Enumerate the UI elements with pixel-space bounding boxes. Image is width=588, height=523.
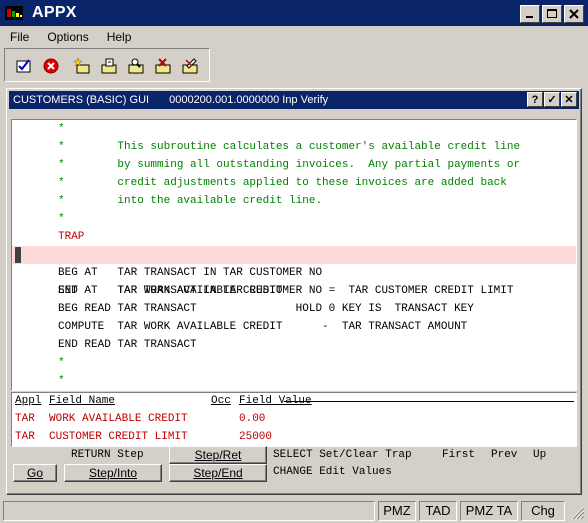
maximize-button[interactable]: [542, 5, 562, 23]
step-end-button[interactable]: Step/End: [169, 464, 267, 482]
row-appl: TAR: [15, 431, 35, 443]
step-ret-button[interactable]: Step/Ret: [169, 446, 267, 464]
menu-options[interactable]: Options: [37, 30, 96, 44]
row-field-name: WORK AVAILABLE CREDIT: [49, 413, 188, 425]
up-command[interactable]: Up: [533, 449, 546, 461]
close-button[interactable]: [564, 5, 584, 23]
check-doc-icon[interactable]: [13, 55, 35, 77]
inner-window: CUSTOMERS (BASIC) GUI 0000200.001.000000…: [6, 88, 582, 495]
new-star-icon[interactable]: [71, 55, 93, 77]
code-line[interactable]: BEG READ TAR TRANSACT HOLD 0 KEY IS TRAN…: [12, 300, 576, 318]
inner-window-subtitle: 0000200.001.0000000 Inp Verify: [169, 94, 329, 106]
menu-bar: File Options Help: [0, 27, 588, 47]
code-line[interactable]: * This subroutine calculates a customer'…: [12, 138, 576, 156]
menu-help[interactable]: Help: [97, 30, 140, 44]
accept-button[interactable]: ✓: [544, 92, 560, 107]
help-button[interactable]: ?: [527, 92, 543, 107]
title-bar: APPX: [0, 0, 588, 26]
go-button[interactable]: Go: [13, 464, 57, 482]
status-message: [3, 501, 375, 521]
col-header-field-name: Field Name: [49, 395, 116, 407]
status-pmz: PMZ: [378, 501, 416, 521]
select-hint: SELECT Set/Clear Trap: [273, 449, 412, 461]
code-line[interactable]: BEG AT TAR TRANSACT IN TAR CUSTOMER NO: [12, 264, 576, 282]
cancel-icon[interactable]: [40, 55, 62, 77]
code-line[interactable]: * by summing all outstanding invoices. A…: [12, 156, 576, 174]
prev-command[interactable]: Prev: [491, 449, 517, 461]
header-rule: [284, 401, 574, 402]
row-field-name: CUSTOMER CREDIT LIMIT: [49, 431, 188, 443]
inner-title-bar: CUSTOMERS (BASIC) GUI 0000200.001.000000…: [9, 91, 579, 109]
window-title: APPX: [32, 4, 77, 21]
code-listing[interactable]: * * This subroutine calculates a custome…: [11, 119, 577, 391]
col-header-occ: Occ: [211, 395, 231, 407]
cancel-button[interactable]: ✕: [561, 92, 577, 107]
col-header-appl: Appl: [15, 395, 42, 407]
minimize-button[interactable]: [520, 5, 540, 23]
toolbar-frame: [4, 48, 210, 82]
code-line-trap[interactable]: TRAP: [12, 228, 576, 246]
code-line[interactable]: COMPUTE TAR WORK AVAILABLE CREDIT - TAR …: [12, 318, 576, 336]
code-line[interactable]: * credit adjustments applied to these in…: [12, 174, 576, 192]
code-line[interactable]: * into the available credit line.: [12, 192, 576, 210]
open-folder-icon[interactable]: [98, 55, 120, 77]
code-line-current[interactable]: SET TAR WORK AVAILABLE CREDIT = TAR CUST…: [12, 246, 576, 297]
status-tad: TAD: [419, 501, 457, 521]
step-into-button[interactable]: Step/Into: [64, 464, 162, 482]
row-field-value[interactable]: 0.00: [239, 413, 265, 425]
resize-grip-icon[interactable]: [569, 504, 585, 520]
status-bar: PMZ TAD PMZ TA Chg: [0, 498, 588, 523]
first-command[interactable]: First: [442, 449, 475, 461]
menu-file[interactable]: File: [0, 30, 37, 44]
edit-folder-icon[interactable]: [179, 55, 201, 77]
row-field-value[interactable]: 25000: [239, 431, 272, 443]
code-line[interactable]: *: [12, 372, 576, 390]
toolbar: [5, 49, 211, 83]
change-hint: CHANGE Edit Values: [273, 466, 392, 478]
code-line[interactable]: *: [12, 210, 576, 228]
status-chg: Chg: [521, 501, 565, 521]
code-line[interactable]: *: [12, 354, 576, 372]
code-line[interactable]: END READ TAR TRANSACT: [12, 336, 576, 354]
app-logo-icon: [4, 4, 24, 22]
current-line-marker: [15, 247, 21, 263]
search-folder-icon[interactable]: [125, 55, 147, 77]
status-pmz-ta: PMZ TA: [460, 501, 518, 521]
return-step-label: RETURN Step: [71, 449, 144, 461]
code-line[interactable]: *: [12, 120, 576, 138]
delete-folder-icon[interactable]: [152, 55, 174, 77]
field-values-table: Appl Field Name Occ Field Value TAR WORK…: [11, 392, 577, 447]
row-appl: TAR: [15, 413, 35, 425]
inner-window-title: CUSTOMERS (BASIC) GUI: [13, 94, 150, 106]
code-line[interactable]: END AT TAR TRANSACT IN TAR CUSTOMER NO: [12, 282, 576, 300]
